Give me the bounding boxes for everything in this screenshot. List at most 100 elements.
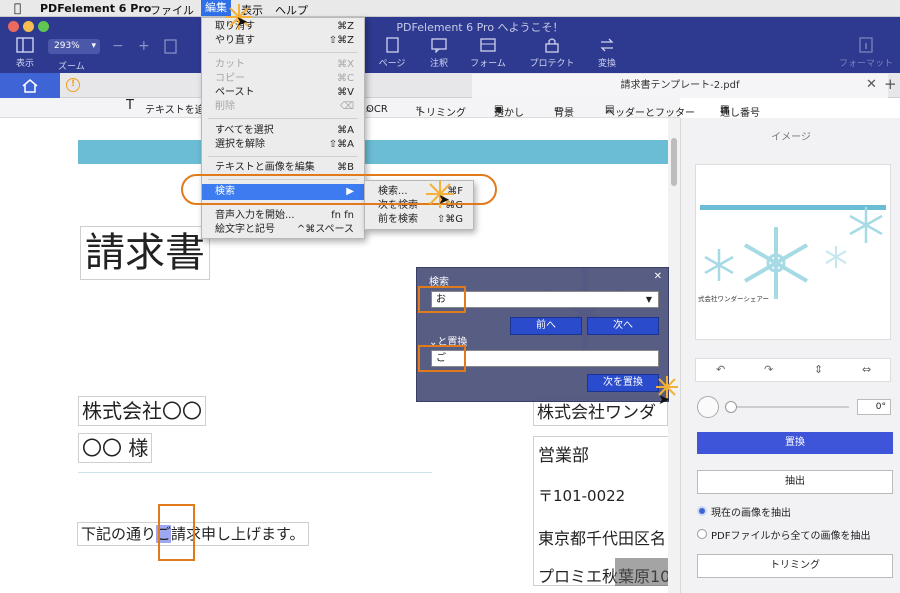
select-tool-icon[interactable] [162,37,182,57]
crop-image-button[interactable]: トリミング [697,554,893,578]
page-label: ページ [378,59,406,69]
divider [78,472,432,473]
zoom-out-icon[interactable]: − [112,38,124,54]
radio-current-image-label: 現在の画像を抽出 [711,508,791,519]
image-preview[interactable]: 式会社ワンダーシェアー [695,164,891,340]
menu-item-delete[interactable]: 削除 ⌫ [202,100,364,114]
menu-item-redo[interactable]: やり直す ⇧⌘Z [202,34,364,48]
sidebar-icon [16,37,34,53]
background-label: 背景 [554,108,574,119]
invoice-title[interactable]: 請求書 [80,226,210,280]
protect-label: プロテクト [529,59,575,69]
replace-next-button[interactable]: 次を置換 [587,374,659,392]
protect-button[interactable]: プロテクト [526,37,578,71]
comment-icon [431,38,447,53]
snowflake-large-icon [743,227,809,299]
menu-item-cut[interactable]: カット ⌘X [202,58,364,72]
tab-document-title: 請求書テンプレート-2.pdf [620,80,740,91]
format-button[interactable]: フォーマット [838,37,894,71]
replace-image-button[interactable]: 置換 [697,432,893,454]
menu-file[interactable]: ファイル [150,2,194,18]
mouse-cursor-icon: ➤ [438,192,450,208]
home-icon [22,79,38,93]
warning-icon[interactable]: ! [66,78,80,92]
menu-separator [208,156,358,157]
chevron-down-icon[interactable]: ▼ [646,292,652,308]
image-tools-row: ↶ ↷ ⇕ ⇔ [695,358,891,382]
annotate-button[interactable]: 注釈 [424,37,454,71]
scrollbar-thumb[interactable] [671,138,677,186]
rotation-dial[interactable] [697,396,719,418]
ocr-label: OCR [366,104,388,115]
submenu-item-find-prev[interactable]: 前を検索 ⇧⌘G [365,213,473,227]
close-panel-icon[interactable]: ✕ [654,271,662,282]
rotation-slider-thumb[interactable] [725,401,737,413]
selection-overlay [615,558,668,586]
radio-current-image[interactable] [697,506,707,516]
rotate-right-icon[interactable]: ↷ [764,363,773,376]
rotation-slider-track[interactable] [729,406,849,408]
extract-image-button[interactable]: 抽出 [697,470,893,494]
titlebar: PDFelement 6 Pro へようこそ！ 表示 293% ▾ ズーム − … [0,17,900,73]
watermark-label: 透かし [494,108,524,119]
page-icon [386,37,399,53]
zoom-label: ズーム [58,62,85,72]
mouse-cursor-icon: ➤ [236,14,248,30]
convert-button[interactable]: 変換 [592,37,622,71]
menubar:  PDFelement 6 Pro ファイル 編集 表示 ヘルプ [0,0,900,17]
menu-item-dictation[interactable]: 音声入力を開始... fn fn [202,209,364,223]
zoom-window-button[interactable] [38,21,49,32]
snowflake-small-icon [704,249,734,281]
header-footer-label: ヘッダーとフッター [605,108,695,119]
sender-company[interactable]: 株式会社ワンダ [533,398,668,426]
radio-all-images[interactable] [697,529,707,539]
rotation-input[interactable]: 0° [857,399,891,415]
menu-item-emoji[interactable]: 絵文字と記号 ^⌘スペース [202,223,364,237]
menu-item-select-all[interactable]: すべてを選択 ⌘A [202,124,364,138]
flip-horizontal-icon[interactable]: ⇔ [862,363,871,376]
panel-title: イメージ [771,132,811,143]
view-button[interactable]: 表示 [8,37,42,71]
menu-separator [208,118,358,119]
bates-label: 通し番号 [720,108,760,119]
add-text-button[interactable]: テキストを追 [145,101,205,116]
minimize-window-button[interactable] [23,21,34,32]
recipient-name[interactable]: 〇〇 様 [78,433,153,463]
view-label: 表示 [15,59,34,69]
menu-item-deselect[interactable]: 選択を解除 ⇧⌘A [202,138,364,152]
menu-item-copy[interactable]: コピー ⌘C [202,72,364,86]
close-tab-icon[interactable]: ✕ [866,77,877,92]
sender-address[interactable]: 東京都千代田区名 [538,525,666,549]
highlight-box-replace [418,345,466,372]
find-prev-button[interactable]: 前へ [510,317,582,335]
form-icon [480,38,496,52]
text-tool-icon: T [126,98,134,113]
page-button[interactable]: ページ [374,37,410,71]
app-menu[interactable]: PDFelement 6 Pro [40,2,151,15]
new-tab-icon[interactable]: + [884,75,897,93]
tab-document[interactable]: 請求書テンプレート-2.pdf [472,74,888,98]
home-tab[interactable] [0,73,60,98]
form-label: フォーム [470,59,506,69]
crop-label: トリミング [416,108,466,119]
zoom-in-icon[interactable]: + [138,38,150,54]
chevron-down-icon: ▾ [91,41,96,51]
highlight-box-search [418,286,466,313]
sender-dept[interactable]: 営業部 [538,441,589,466]
menu-help[interactable]: ヘルプ [275,2,308,18]
form-button[interactable]: フォーム [466,37,510,71]
find-next-button[interactable]: 次へ [587,317,659,335]
apple-icon[interactable]:  [14,1,21,15]
company-name[interactable]: 株式会社〇〇 [78,396,206,426]
preview-company: 式会社ワンダーシェアー [698,295,769,303]
menu-item-edit-text-image[interactable]: テキストと画像を編集 ⌘B [202,161,364,175]
zoom-select[interactable]: 293% ▾ [48,39,100,54]
sender-zip[interactable]: 〒101-0022 [538,485,625,506]
snowflake-mini-icon [825,246,847,268]
menu-item-paste[interactable]: ペースト ⌘V [202,86,364,100]
flip-vertical-icon[interactable]: ⇕ [814,363,823,376]
edit-menu: 取り消す ⌘Z やり直す ⇧⌘Z カット ⌘X コピー ⌘C ペースト ⌘V 削除 ⌫ すべ… [201,17,365,239]
close-window-button[interactable] [8,21,19,32]
rotate-left-icon[interactable]: ↶ [716,363,725,376]
vertical-scrollbar[interactable] [668,118,680,593]
